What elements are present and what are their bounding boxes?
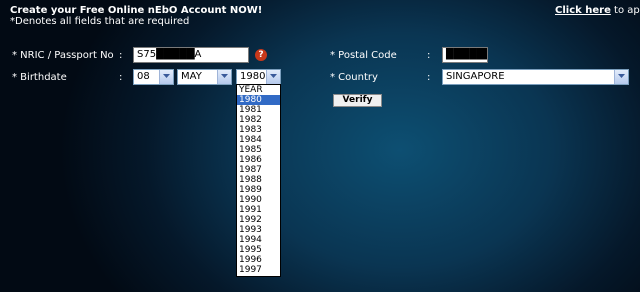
chevron-down-icon[interactable] — [266, 70, 280, 84]
year-option[interactable]: 1986 — [237, 155, 280, 165]
day-select[interactable]: 08 — [133, 69, 174, 85]
year-option[interactable]: 1994 — [237, 235, 280, 245]
year-option[interactable]: 1991 — [237, 205, 280, 215]
year-option[interactable]: YEAR — [237, 85, 280, 95]
year-option[interactable]: 1990 — [237, 195, 280, 205]
month-value: MAY — [181, 71, 202, 82]
nric-label: * NRIC / Passport No — [12, 50, 114, 61]
year-option[interactable]: 1993 — [237, 225, 280, 235]
postal-code-colon: : — [427, 50, 431, 61]
postal-code-input[interactable]: ██████ — [442, 47, 488, 63]
country-select[interactable]: SINGAPORE — [442, 69, 629, 85]
year-option[interactable]: 1987 — [237, 165, 280, 175]
year-option[interactable]: 1989 — [237, 185, 280, 195]
chevron-down-icon[interactable] — [159, 70, 173, 84]
year-option[interactable]: 1997 — [237, 265, 280, 275]
country-colon: : — [427, 72, 431, 83]
year-option[interactable]: 1996 — [237, 255, 280, 265]
day-value: 08 — [137, 71, 150, 82]
country-label: * Country — [330, 72, 378, 83]
year-option[interactable]: 1992 — [237, 215, 280, 225]
year-option[interactable]: 1981 — [237, 105, 280, 115]
help-icon[interactable]: ? — [255, 49, 267, 61]
year-option[interactable]: 1985 — [237, 145, 280, 155]
apply-suffix: to apply — [614, 5, 640, 16]
year-option[interactable]: 1982 — [237, 115, 280, 125]
nric-input[interactable]: S75█████A — [133, 47, 249, 63]
year-value: 1980 — [240, 71, 266, 82]
apply-text: Click here to apply — [555, 5, 640, 16]
year-option[interactable]: 1980 — [237, 95, 280, 105]
year-option[interactable]: 1984 — [237, 135, 280, 145]
chevron-down-icon[interactable] — [614, 70, 628, 84]
month-select[interactable]: MAY — [177, 69, 232, 85]
year-option[interactable]: 1988 — [237, 175, 280, 185]
year-dropdown-list[interactable]: YEAR 1980 1981 1982 1983 1984 1985 1986 1987 1988… — [236, 84, 281, 277]
postal-code-label: * Postal Code — [330, 50, 397, 61]
country-value: SINGAPORE — [446, 71, 505, 82]
birthdate-colon: : — [119, 72, 123, 83]
nric-colon: : — [119, 50, 123, 61]
verify-button[interactable]: Verify — [333, 94, 382, 107]
page-title: Create your Free Online nEbO Account NOW… — [10, 5, 263, 16]
click-here-link[interactable]: Click here — [555, 5, 611, 16]
year-option[interactable]: 1983 — [237, 125, 280, 135]
birthdate-label: * Birthdate — [12, 72, 67, 83]
chevron-down-icon[interactable] — [217, 70, 231, 84]
required-note: *Denotes all fields that are required — [10, 16, 190, 27]
year-option[interactable]: 1995 — [237, 245, 280, 255]
year-select[interactable]: 1980 — [236, 69, 281, 85]
